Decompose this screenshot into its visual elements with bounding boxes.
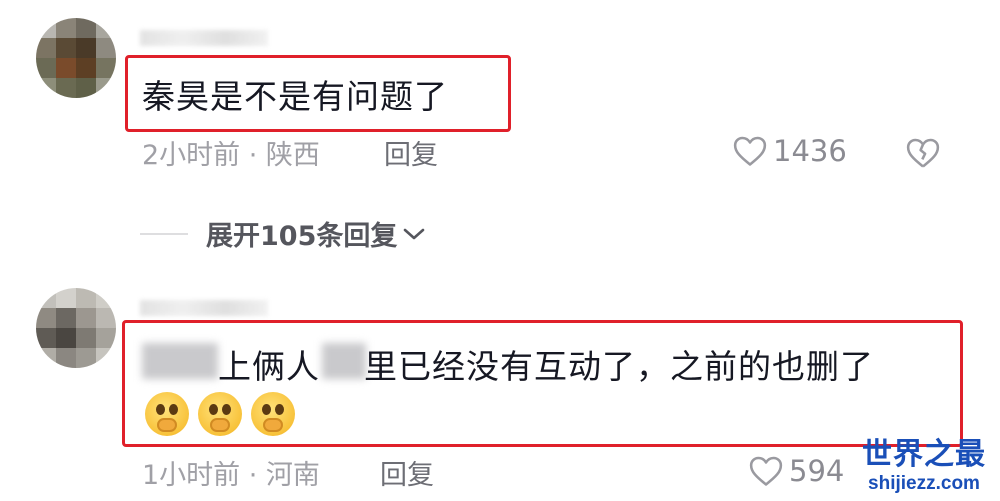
watermark-url: shijiezz.com bbox=[868, 473, 980, 494]
watermark-title: 世界之最 bbox=[862, 437, 986, 472]
site-watermark: 世界之最 shijiezz.com bbox=[862, 429, 986, 495]
broken-heart-icon bbox=[906, 138, 940, 168]
comment-time-location: 2小时前 · 陕西 bbox=[142, 140, 320, 171]
redacted-text bbox=[142, 343, 218, 379]
heart-outline-icon bbox=[733, 136, 767, 166]
comment-text-part: 上俩人 bbox=[218, 347, 320, 386]
like-button[interactable]: 594 bbox=[749, 454, 844, 488]
chevron-down-icon bbox=[404, 228, 425, 239]
comment-text: 秦昊是不是有问题了 bbox=[142, 77, 448, 116]
username-blurred[interactable] bbox=[140, 30, 268, 46]
like-button[interactable]: 1436 bbox=[733, 134, 847, 168]
comment-text-part: 里已经没有互动了，之前的也删了 bbox=[364, 347, 874, 386]
username-blurred[interactable] bbox=[140, 300, 268, 316]
like-count: 1436 bbox=[773, 134, 847, 168]
avatar[interactable] bbox=[36, 18, 116, 98]
comment-time-location: 1小时前 · 河南 bbox=[142, 460, 320, 491]
avatar[interactable] bbox=[36, 288, 116, 368]
like-count: 594 bbox=[789, 454, 845, 488]
dislike-button[interactable] bbox=[906, 137, 940, 173]
heart-outline-icon bbox=[749, 456, 783, 486]
covering-mouth-emoji bbox=[198, 392, 242, 436]
covering-mouth-emoji bbox=[251, 392, 295, 436]
expand-replies-label: 展开105条回复 bbox=[206, 221, 398, 252]
covering-mouth-emoji bbox=[145, 392, 189, 436]
divider-line bbox=[140, 232, 188, 235]
reply-button[interactable]: 回复 bbox=[384, 133, 438, 172]
redacted-text bbox=[322, 343, 366, 379]
reply-button[interactable]: 回复 bbox=[380, 453, 434, 492]
expand-replies[interactable]: 展开105条回复 bbox=[140, 214, 427, 253]
